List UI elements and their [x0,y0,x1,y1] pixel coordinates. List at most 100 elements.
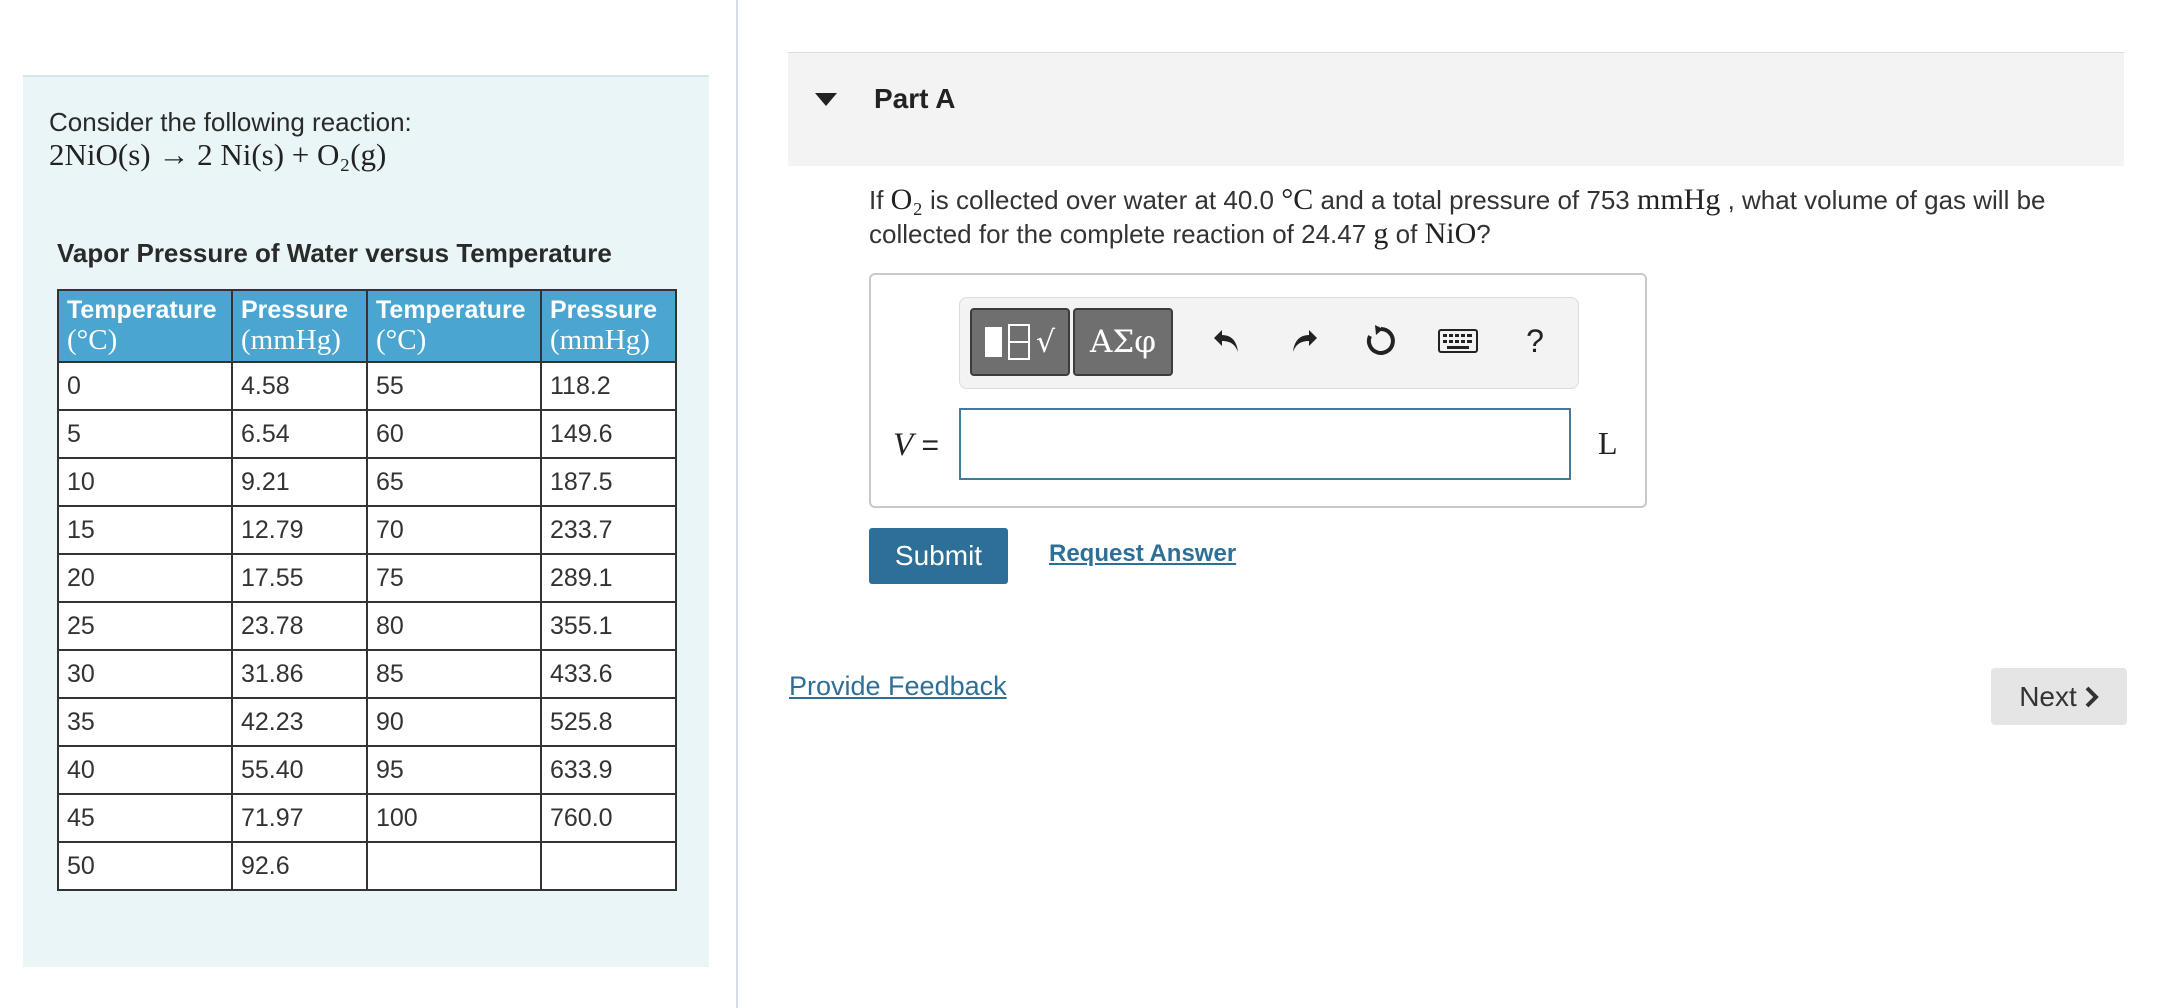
table-cell: 187.5 [540,457,677,507]
col-header-unit: (mmHg) [550,324,650,356]
table-cell: 55 [366,361,542,411]
question-fragment: If [869,185,891,215]
intro-text: Consider the following reaction: [49,107,412,137]
part-header[interactable]: Part A [788,52,2124,166]
table-cell: 70 [366,505,542,555]
table-row: 30 31.86 85 433.6 [57,649,677,699]
vapor-pressure-table: Temperature (°C) Pressure (mmHg) Tempera… [57,289,677,891]
table-title: Vapor Pressure of Water versus Temperatu… [57,238,612,268]
request-answer-link[interactable]: Request Answer [1049,540,1236,568]
col-header-name: Pressure [241,296,349,324]
info-panel: Consider the following reaction: 2NiO(s)… [23,75,709,967]
table-row: 15 12.79 70 233.7 [57,505,677,555]
templates-button[interactable]: √ [970,308,1070,376]
table-cell: 85 [366,649,542,699]
next-button[interactable]: Next [1991,668,2127,725]
table-cell: 23.78 [231,601,368,651]
table-cell: 633.9 [540,745,677,795]
question-fragment: and a total pressure of 753 [1313,185,1637,215]
reaction-equation: 2NiO(s) → 2 Ni(s) + O₂(g) [49,137,387,172]
answer-box: √ ΑΣφ ? V = L [869,273,1647,508]
reset-icon[interactable] [1356,316,1406,366]
table-row: 10 9.21 65 187.5 [57,457,677,507]
table-cell: 35 [57,697,233,747]
table-cell: 31.86 [231,649,368,699]
greek-symbols-button[interactable]: ΑΣφ [1073,308,1173,376]
table-cell: 15 [57,505,233,555]
undo-icon[interactable] [1202,316,1252,366]
table-row: 35 42.23 90 525.8 [57,697,677,747]
submit-button[interactable]: Submit [869,528,1008,584]
table-cell: 4.58 [231,361,368,411]
table-cell: 25 [57,601,233,651]
table-row: 40 55.40 95 633.9 [57,745,677,795]
table-cell: 95 [366,745,542,795]
table-row: 5 6.54 60 149.6 [57,409,677,459]
table-cell: 17.55 [231,553,368,603]
question-fragment: ? [1476,219,1491,249]
equals-sign: = [913,429,940,462]
next-label: Next [2019,680,2077,712]
oxygen-formula: O₂ [890,183,923,216]
chevron-right-icon [2085,686,2099,707]
table-row: 50 92.6 [57,841,677,891]
column-divider [736,0,738,1008]
table-row: 20 17.55 75 289.1 [57,553,677,603]
col-header-temperature: Temperature (°C) [57,289,233,363]
table-cell: 233.7 [540,505,677,555]
col-header-name: Pressure [550,296,658,324]
part-title: Part A [874,83,956,114]
table-cell: 5 [57,409,233,459]
table-cell: 92.6 [231,841,368,891]
pressure-unit: mmHg [1637,183,1721,216]
compound-formula: NiO [1424,217,1477,250]
table-cell: 80 [366,601,542,651]
answer-input[interactable] [959,408,1571,480]
col-header-unit: (°C) [67,324,118,356]
fraction-icon [1007,324,1030,360]
radical-icon: √ [1035,324,1056,360]
table-cell: 149.6 [540,409,677,459]
math-toolbar: √ ΑΣφ ? [959,297,1579,389]
table-cell: 60 [366,409,542,459]
table-cell: 12.79 [231,505,368,555]
templates-icon [984,327,1002,357]
table-cell: 50 [57,841,233,891]
variable-label: V = [893,427,939,464]
table-cell: 75 [366,553,542,603]
col-header-unit: (°C) [376,324,427,356]
question-fragment: of [1388,219,1425,249]
table-cell: 71.97 [231,793,368,843]
table-cell: 525.8 [540,697,677,747]
col-header-temperature: Temperature (°C) [366,289,542,363]
table-cell: 10 [57,457,233,507]
collapse-caret-icon[interactable] [815,93,837,106]
table-cell: 433.6 [540,649,677,699]
table-cell: 100 [366,793,542,843]
help-button[interactable]: ? [1510,316,1560,366]
table-cell: 0 [57,361,233,411]
col-header-name: Temperature [67,296,217,324]
answer-unit: L [1598,425,1618,461]
table-row: 45 71.97 100 760.0 [57,793,677,843]
col-header-pressure: Pressure (mmHg) [231,289,368,363]
problem-panel: Consider the following reaction: 2NiO(s)… [0,0,736,1008]
table-cell: 9.21 [231,457,368,507]
redo-icon[interactable] [1279,316,1329,366]
col-header-pressure: Pressure (mmHg) [540,289,677,363]
table-cell: 65 [366,457,542,507]
table-cell: 30 [57,649,233,699]
table-cell: 6.54 [231,409,368,459]
table-cell: 40 [57,745,233,795]
table-cell: 289.1 [540,553,677,603]
table-row: 25 23.78 80 355.1 [57,601,677,651]
table-cell: 55.40 [231,745,368,795]
keyboard-icon[interactable] [1433,316,1483,366]
table-cell: 45 [57,793,233,843]
table-header-row: Temperature (°C) Pressure (mmHg) Tempera… [57,289,677,363]
table-cell: 90 [366,697,542,747]
table-cell [366,841,542,891]
table-cell [540,841,677,891]
provide-feedback-link[interactable]: Provide Feedback [789,671,1007,702]
table-row: 0 4.58 55 118.2 [57,361,677,411]
